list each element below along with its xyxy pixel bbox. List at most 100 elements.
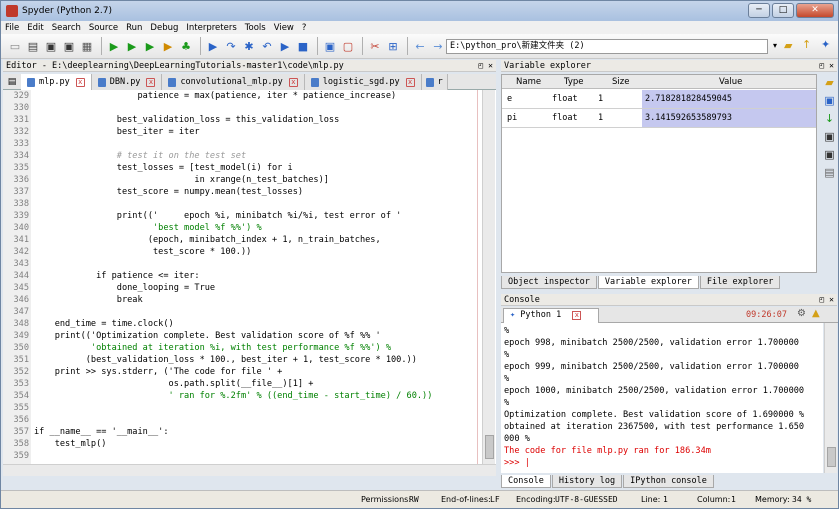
line-number: 337 [13,187,29,197]
col-type[interactable]: Type [564,77,584,87]
pane-float-icon[interactable]: ◰ ✕ [820,60,834,72]
var-value[interactable]: 2.718281828459045 [642,90,816,108]
table-row[interactable]: pi float 1 3.141592653589793 [502,109,816,128]
scrollbar-thumb[interactable] [485,435,494,459]
step-icon[interactable]: ▶ [205,38,221,54]
line-number: 344 [13,271,29,281]
line-number: 340 [13,223,29,233]
editor-horizontal-scrollbar[interactable] [3,464,496,476]
var-size: 1 [598,94,604,104]
code-line: 353 os.path.split(__file__)[1] + [3,378,483,390]
tab-variable-explorer[interactable]: Variable explorer [597,276,699,289]
code-line: 334 # test it on the test set [3,150,483,162]
code-text: best_validation_loss = this_validation_l… [34,115,340,125]
run-icon[interactable]: ▶ [106,38,122,54]
permissions-value: RW [409,495,419,504]
tab-python-1[interactable]: ✦ Python 1 x [503,308,599,323]
close-tab-icon[interactable]: x [572,311,582,320]
pane-float-icon[interactable]: ◰ ✕ [479,60,493,72]
close-tab-icon[interactable]: x [75,77,85,87]
fullscreen-icon[interactable]: ▢ [340,38,356,54]
minimize-button[interactable]: ─ [748,3,770,18]
tab-file-explorer[interactable]: File explorer [699,276,781,289]
working-directory-input[interactable]: E:\python_pro\新建文件夹 (2) [446,39,768,54]
tab-mlp-py[interactable]: mlp.py x [21,74,92,90]
col-value[interactable]: Value [719,77,742,87]
warning-icon[interactable]: ▲ [812,308,820,319]
profile-icon[interactable]: ♣ [178,38,194,54]
new-file-icon[interactable]: ▭ [7,38,23,54]
debug-icon[interactable]: ▶ [160,38,176,54]
chevron-down-icon[interactable]: ▾ [773,41,777,50]
menu-interpreters[interactable]: Interpreters [182,23,240,33]
menu-file[interactable]: File [1,23,23,33]
window-controls: ─ □ ✕ [748,3,834,18]
open-file-icon[interactable]: ▤ [25,38,41,54]
maximize-pane-icon[interactable]: ▣ [322,38,338,54]
menu-debug[interactable]: Debug [146,23,182,33]
back-icon[interactable]: ← [412,38,428,54]
python-icon[interactable]: ✦ [821,38,830,51]
save-data-as-icon[interactable]: ▣ [824,148,834,162]
menu-source[interactable]: Source [85,23,122,33]
status-bar: Permissions: RW End-of-lines: LF Encodin… [1,490,838,508]
tools-icon[interactable]: ✂ [367,38,383,54]
editor-vertical-scrollbar[interactable] [482,90,495,464]
code-editor[interactable]: 329 patience = max(patience, iter * pati… [3,90,496,464]
line-number: 335 [13,163,29,173]
close-tab-icon[interactable]: x [405,77,415,87]
line-number: 357 [13,427,29,437]
console-scrollbar[interactable] [824,323,837,473]
save-data-icon[interactable]: ▣ [824,130,834,144]
tab-console[interactable]: Console [501,475,551,488]
menu-search[interactable]: Search [48,23,85,33]
encoding-value: UTF-8-GUESSED [555,495,618,504]
tab-logistic-sgd-py[interactable]: logistic_sgd.py x [304,74,422,90]
step-return-icon[interactable]: ✱ [241,38,257,54]
stop-icon[interactable]: ■ [295,38,311,54]
tab-dbn-py[interactable]: DBN.py x [91,74,163,90]
close-tab-icon[interactable]: x [146,77,156,87]
col-size[interactable]: Size [612,77,629,87]
save-all-icon[interactable]: ▣ [61,38,77,54]
options-icon[interactable]: ⚙ [797,308,806,319]
forward-icon[interactable]: → [430,38,446,54]
menu-run[interactable]: Run [122,23,146,33]
menu-edit[interactable]: Edit [23,23,47,33]
import-data-icon[interactable]: ▰ [825,76,833,90]
tab-object-inspector[interactable]: Object inspector [501,276,597,289]
options-icon[interactable]: ▤ [824,166,834,180]
save-icon[interactable]: ▣ [43,38,59,54]
tab-ipython-console[interactable]: IPython console [623,475,714,488]
menu-help[interactable]: ? [298,23,311,33]
console-output[interactable]: % epoch 998, minibatch 2500/2500, validat… [501,323,823,473]
maximize-button[interactable]: □ [772,3,794,18]
close-tab-icon[interactable]: x [288,77,298,87]
refresh-icon[interactable]: ▣ [824,94,834,108]
run-file-icon[interactable]: ▶ [124,38,140,54]
close-button[interactable]: ✕ [796,3,834,18]
tab-label: DBN.py [109,77,141,87]
step-over-icon[interactable]: ▶ [277,38,293,54]
print-icon[interactable]: ▦ [79,38,95,54]
parent-folder-icon[interactable]: ↑ [802,38,811,51]
code-line: 341 (epoch, minibatch_index + 1, n_train… [3,234,483,246]
tab-convolutional-mlp-py[interactable]: convolutional_mlp.py x [162,74,305,90]
menu-tools[interactable]: Tools [241,23,270,33]
run-selection-icon[interactable]: ▶ [142,38,158,54]
var-value[interactable]: 3.141592653589793 [642,109,816,127]
tab-browse-icon[interactable]: ▤ [3,74,21,89]
python-path-icon[interactable]: ⊞ [385,38,401,54]
continue-icon[interactable]: ↶ [259,38,275,54]
tab-truncated[interactable]: r [421,74,448,90]
download-icon[interactable]: ↓ [825,112,834,126]
table-row[interactable]: e float 1 2.718281828459045 [502,90,816,109]
step-into-icon[interactable]: ↷ [223,38,239,54]
pane-float-icon[interactable]: ◰ ✕ [820,294,834,306]
code-text: print((' epoch %i, minibatch %i/%i, test… [34,211,402,221]
tab-history-log[interactable]: History log [551,475,623,488]
menu-view[interactable]: View [270,23,298,33]
col-name[interactable]: Name [516,77,541,87]
scrollbar-thumb[interactable] [827,447,836,467]
browse-folder-icon[interactable]: ▰ [784,39,792,52]
